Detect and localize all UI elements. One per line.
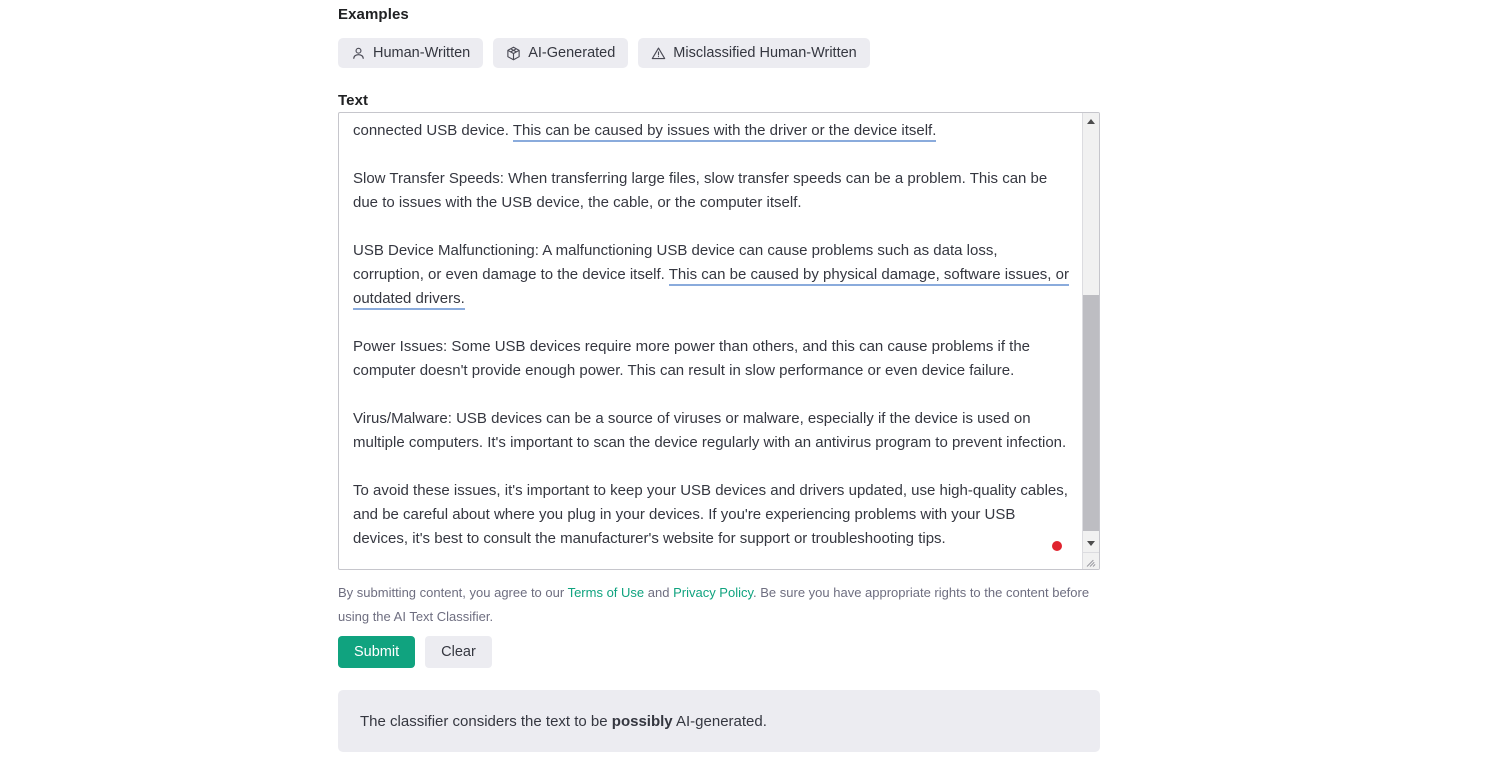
text-segment: Slow Transfer Speeds: When transferring …	[353, 170, 1048, 211]
clear-button[interactable]: Clear	[425, 636, 492, 668]
classification-result-panel: The classifier considers the text to be …	[338, 690, 1100, 752]
example-chip-label: Misclassified Human-Written	[673, 45, 857, 61]
scrollbar-thumb[interactable]	[1083, 295, 1099, 531]
text-paragraph: Power Issues: Some USB devices require m…	[353, 335, 1069, 383]
result-emphasis: possibly	[611, 712, 673, 730]
example-chip-human-written[interactable]: Human-Written	[338, 38, 484, 68]
result-prefix: The classifier considers the text to be	[360, 712, 612, 730]
text-input-area[interactable]: connected USB device. This can be caused…	[338, 112, 1100, 570]
example-chip-label: AI-Generated	[528, 45, 616, 61]
ai-text-classifier-page: Examples Human-Written AI-Generated Misc…	[0, 0, 1504, 768]
text-input-content[interactable]: connected USB device. This can be caused…	[339, 113, 1083, 569]
highlighted-text-segment: This can be caused by issues with the dr…	[512, 122, 937, 142]
scroll-down-arrow-icon[interactable]	[1083, 535, 1099, 552]
result-suffix: AI-generated.	[672, 712, 767, 730]
text-paragraph: Slow Transfer Speeds: When transferring …	[353, 167, 1069, 215]
text-field-heading: Text	[338, 92, 369, 109]
text-paragraph: To avoid these issues, it's important to…	[353, 479, 1069, 551]
text-segment: connected USB device.	[353, 122, 513, 139]
example-chip-misclassified-human-written[interactable]: Misclassified Human-Written	[638, 38, 870, 68]
text-segment: To avoid these issues, it's important to…	[353, 482, 1068, 547]
examples-heading: Examples	[338, 6, 409, 23]
textarea-resize-handle[interactable]	[1082, 552, 1099, 569]
cube-icon	[506, 46, 521, 61]
classification-result-text: The classifier considers the text to be …	[360, 713, 767, 730]
submit-button[interactable]: Submit	[338, 636, 416, 668]
text-segment: Power Issues: Some USB devices require m…	[353, 338, 1030, 379]
scroll-up-arrow-icon[interactable]	[1083, 113, 1099, 130]
warning-triangle-icon	[651, 46, 666, 61]
example-chip-group: Human-Written AI-Generated Misclassified…	[338, 38, 870, 68]
textarea-scrollbar[interactable]	[1082, 113, 1099, 569]
privacy-policy-link[interactable]: Privacy Policy	[673, 585, 753, 600]
legal-disclaimer: By submitting content, you agree to our …	[338, 581, 1100, 629]
text-paragraph: connected USB device. This can be caused…	[353, 119, 1069, 143]
person-icon	[351, 46, 366, 61]
action-button-group: Submit Clear	[338, 636, 492, 668]
terms-of-use-link[interactable]: Terms of Use	[568, 585, 645, 600]
example-chip-ai-generated[interactable]: AI-Generated	[493, 38, 629, 68]
mouse-cursor-indicator	[1052, 541, 1062, 551]
text-paragraph: Virus/Malware: USB devices can be a sour…	[353, 407, 1069, 455]
example-chip-label: Human-Written	[373, 45, 471, 61]
text-paragraph: USB Device Malfunctioning: A malfunction…	[353, 239, 1069, 311]
text-segment: Virus/Malware: USB devices can be a sour…	[353, 410, 1067, 451]
legal-part-1: By submitting content, you agree to our	[338, 585, 568, 600]
legal-part-2: and	[644, 585, 674, 600]
